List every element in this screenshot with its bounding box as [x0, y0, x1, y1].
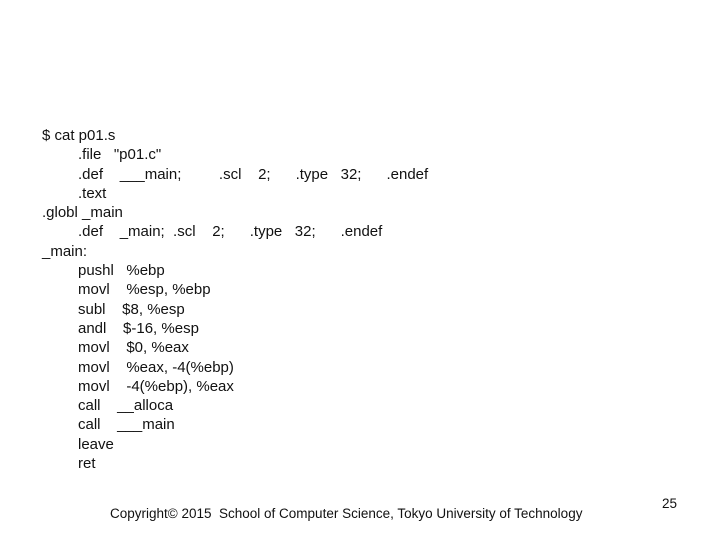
code-line: leave	[78, 435, 114, 453]
code-line: movl $0, %eax	[78, 339, 189, 357]
code-line: _main:	[42, 242, 88, 260]
code-line: .text	[78, 184, 107, 202]
code-line: pushl %ebp	[78, 262, 165, 280]
code-line: movl %esp, %ebp	[78, 281, 211, 299]
page-number: 25	[662, 496, 678, 511]
code-line: ret	[78, 455, 96, 473]
code-line: .file "p01.c"	[78, 146, 162, 164]
code-line: call ___main	[78, 416, 175, 434]
code-line: andl $-16, %esp	[78, 319, 199, 337]
code-line: .def ___main; .scl 2; .type 32; .endef	[78, 165, 429, 183]
code-line: movl -4(%ebp), %eax	[78, 377, 234, 395]
code-line: $ cat p01.s	[42, 127, 116, 144]
copyright-footer: Copyright© 2015 School of Computer Scien…	[110, 506, 583, 521]
code-line: call __alloca	[78, 397, 174, 415]
code-listing: $ cat p01.s .file "p01.c" .def ___main; …	[42, 126, 428, 473]
code-line: subl $8, %esp	[78, 300, 185, 318]
code-line: movl %eax, -4(%ebp)	[78, 358, 234, 376]
code-line: .globl _main	[42, 204, 123, 222]
code-line: .def _main; .scl 2; .type 32; .endef	[78, 223, 383, 241]
